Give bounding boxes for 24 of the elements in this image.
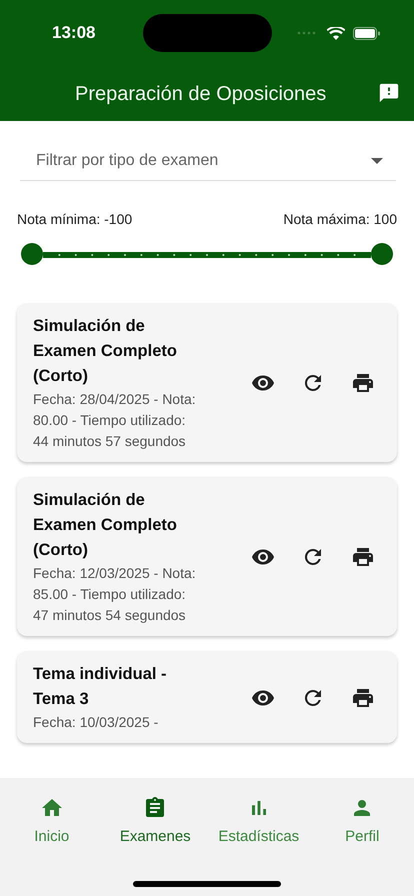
exam-title: Simulación de Examen Completo (Corto): [33, 490, 178, 561]
exam-details: Fecha: 10/03/2025 -: [33, 713, 160, 732]
app-title: Preparación de Oposiciones: [75, 82, 328, 106]
nav-tab[interactable]: Inicio: [4, 792, 100, 852]
print-icon: [351, 371, 375, 395]
print-icon: [351, 545, 375, 569]
status-time: 13:08: [52, 22, 96, 44]
slider-thumb[interactable]: [371, 243, 393, 265]
slider-thumb[interactable]: [21, 243, 43, 265]
nav-tab[interactable]: Estadísticas: [210, 792, 307, 852]
nav-tab[interactable]: Examenes: [107, 792, 204, 852]
max-score-label: Nota máxima: 100: [283, 210, 397, 229]
wifi-icon: [327, 26, 345, 40]
nav-tab[interactable]: Perfil: [314, 792, 410, 852]
feedback-icon[interactable]: [378, 82, 400, 104]
exam-title: Simulación de Examen Completo (Corto): [33, 316, 178, 387]
slider-track[interactable]: [43, 252, 371, 258]
caret-icon: [371, 158, 383, 164]
min-score-label: Nota mínima: -100: [17, 210, 132, 229]
exam-details: Fecha: 28/04/2025 - Nota: 80.00 - Tiempo utilizado: 44 minutos 57 segundos: [33, 390, 197, 451]
filter-dropdown[interactable]: Filtrar por tipo de examen: [20, 141, 396, 181]
battery-icon: [353, 26, 380, 40]
exam-details: Fecha: 12/03/2025 - Nota: 85.00 - Tiempo utilizado: 47 minutos 54 segundos: [33, 564, 197, 625]
exam-title: Tema individual - Tema 3: [33, 664, 168, 710]
